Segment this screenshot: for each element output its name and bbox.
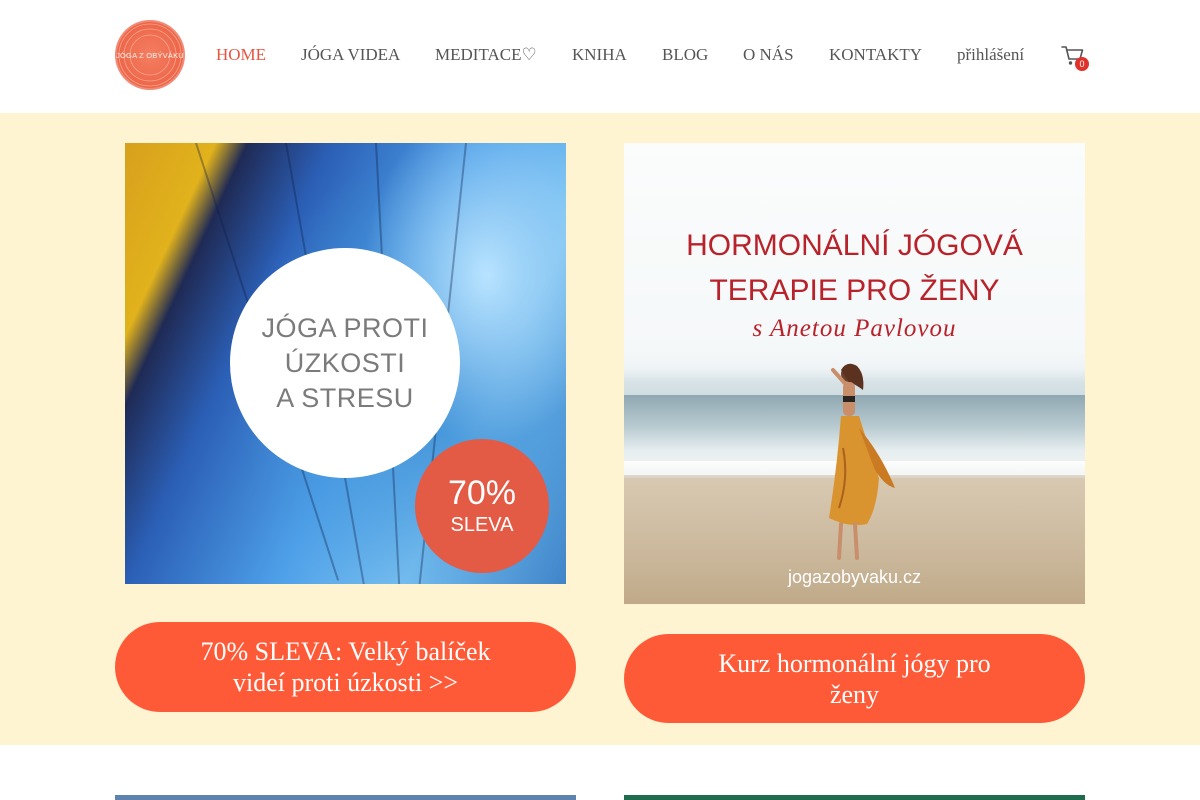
cta-line: ženy — [829, 679, 880, 709]
nav-item-meditace[interactable]: MEDITACE♡ — [435, 44, 537, 66]
discount-badge: 70% SLEVA — [415, 439, 549, 573]
nav-item-o-nas[interactable]: O NÁS — [743, 44, 794, 66]
nav-item-kontakty[interactable]: KONTAKTY — [829, 44, 922, 66]
nav-item-home[interactable]: HOME — [216, 44, 266, 66]
nav-item-kniha[interactable]: KNIHA — [572, 44, 627, 66]
banner-subtitle: s Anetou Pavlovou — [752, 315, 957, 342]
site-header: JÓGA Z OBÝVÁKU HOME JÓGA VIDEA MEDITACE♡… — [0, 0, 1200, 113]
cart-button[interactable]: 0 — [1061, 45, 1091, 73]
nav-item-joga-videa[interactable]: JÓGA VIDEA — [301, 44, 400, 66]
promo-section: JÓGA PROTI ÚZKOSTI A STRESU 70% SLEVA HO… — [0, 113, 1200, 745]
banner-title-line: JÓGA PROTI — [261, 312, 429, 343]
banner-title-line: ÚZKOSTI — [284, 347, 406, 378]
banner-title-line: A STRESU — [276, 382, 414, 413]
anxiety-videos-cta-button[interactable]: 70% SLEVA: Velký balíček videí proti úzk… — [115, 622, 576, 712]
cta-line: Kurz hormonální jógy pro — [718, 648, 991, 678]
banner-title-circle: JÓGA PROTI ÚZKOSTI A STRESU — [230, 248, 460, 478]
site-logo[interactable]: JÓGA Z OBÝVÁKU — [115, 20, 185, 90]
anxiety-course-banner[interactable]: JÓGA PROTI ÚZKOSTI A STRESU 70% SLEVA — [125, 143, 566, 584]
cta-line: videí proti úzkosti >> — [232, 668, 459, 697]
nav-item-login[interactable]: přihlášení — [957, 44, 1024, 66]
discount-label: SLEVA — [450, 514, 514, 536]
hormonal-yoga-banner[interactable]: HORMONÁLNÍ JÓGOVÁ TERAPIE PRO ŽENY s Ane… — [624, 143, 1085, 604]
cart-count-badge: 0 — [1075, 57, 1089, 71]
hormonal-yoga-cta-button[interactable]: Kurz hormonální jógy pro ženy — [624, 634, 1085, 723]
discount-percent: 70% — [447, 474, 517, 512]
banner-title-line: TERAPIE PRO ŽENY — [709, 274, 1000, 307]
logo-text: JÓGA Z OBÝVÁKU — [116, 50, 184, 60]
cta-line: 70% SLEVA: Velký balíček — [200, 637, 491, 666]
nav-item-blog[interactable]: BLOG — [662, 44, 708, 66]
next-card-left-edge — [115, 795, 576, 800]
woman-figure — [829, 363, 895, 560]
banner-title: HORMONÁLNÍ JÓGOVÁ TERAPIE PRO ŽENY — [624, 223, 1085, 313]
banner-url: jogazobyvaku.cz — [787, 567, 922, 587]
next-card-right-edge — [624, 795, 1085, 800]
banner-title-line: HORMONÁLNÍ JÓGOVÁ — [686, 229, 1023, 262]
